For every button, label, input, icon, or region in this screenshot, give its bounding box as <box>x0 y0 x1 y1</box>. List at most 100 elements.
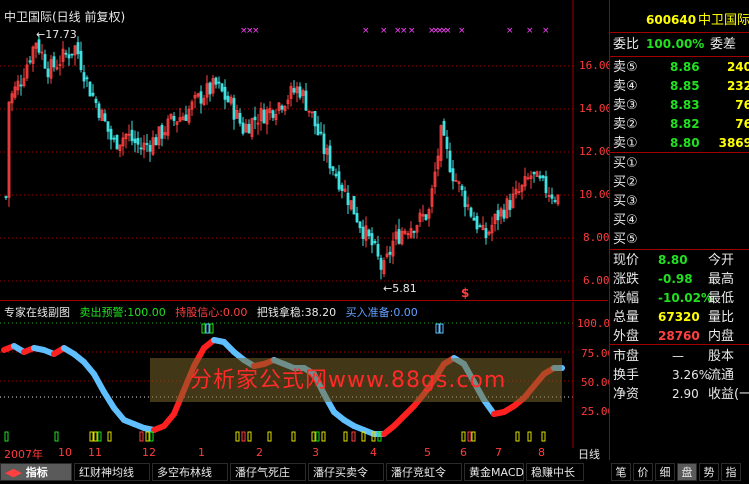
candle-body <box>541 175 545 179</box>
tab-wenzhuan[interactable]: 稳赚中长 <box>526 463 584 481</box>
x-marker-icon: × <box>400 26 408 36</box>
x-marker-icon: × <box>506 26 514 36</box>
fund-label-2: 股本 <box>708 349 735 364</box>
signal-bar <box>241 431 246 442</box>
sell-row: 卖④ 8.85 232 <box>610 76 749 97</box>
candle-body <box>475 216 479 230</box>
candle-body <box>52 56 56 68</box>
price-chart[interactable]: ××× × × ×× × ××××× × × × × <box>0 0 608 300</box>
date-label: 11 <box>88 446 102 459</box>
weibi-label: 委比 <box>613 37 640 52</box>
signal-bar <box>235 431 240 442</box>
time-axis: 2007年 10 11 12 1 2 3 4 5 6 7 8 日线 <box>0 446 608 462</box>
candle-body <box>484 228 488 239</box>
stat-row: 现价 8.80 今开 <box>610 250 749 271</box>
stat-label-2: 量比 <box>708 310 735 325</box>
candle-body <box>355 213 359 223</box>
top-signal-bar <box>205 323 210 334</box>
tab-bollinger[interactable]: 多空布林线 <box>152 463 228 481</box>
date-label: 12 <box>142 446 156 459</box>
low-price-label: ←5.81 <box>383 282 417 295</box>
candle-body <box>241 122 245 134</box>
stat-row: 涨跌 -0.98 最高 <box>610 269 749 290</box>
signal-bar <box>361 431 366 442</box>
tab-gold-macd[interactable]: 黄金MACD <box>464 463 524 481</box>
rtab-trend[interactable]: 势 <box>699 463 719 481</box>
x-marker-icon: × <box>408 26 416 36</box>
candle-body <box>448 150 452 173</box>
stat-value: -10.02% <box>658 291 713 305</box>
candle-body <box>103 113 107 122</box>
candle-body <box>346 192 350 206</box>
signal-bar <box>467 431 472 442</box>
tab-panzai-maimailing[interactable]: 潘仔买卖令 <box>308 463 384 481</box>
candle-body <box>136 137 140 145</box>
stat-label: 总量 <box>613 310 640 325</box>
candle-body <box>397 229 401 244</box>
tab-panzai-qisizhuang[interactable]: 潘仔气死庄 <box>230 463 306 481</box>
y-tick-8: 8.00 <box>583 231 610 244</box>
signal-bar <box>541 431 546 442</box>
watermark-text: 分析家公式网www.88gs.com <box>190 368 507 393</box>
tab-wealth-ma[interactable]: 红财神均线 <box>74 463 150 481</box>
x-marker-icon: × <box>542 26 550 36</box>
x-marker-icon: × <box>526 26 534 36</box>
candlesticks <box>4 34 560 280</box>
legend-hold-confidence: 持股信心:0.00 <box>175 306 248 319</box>
candle-body <box>109 128 113 140</box>
candle-body <box>253 116 257 121</box>
dollar-signal-icon: $ <box>461 286 470 300</box>
stat-label-2: 今开 <box>708 253 735 268</box>
candle-body <box>106 121 110 132</box>
candle-body <box>208 82 212 95</box>
candle-body <box>376 244 380 257</box>
sell-level-label: 卖⑤ <box>613 60 638 75</box>
candle-body <box>316 123 320 136</box>
candle-body <box>460 185 464 190</box>
stat-label: 涨幅 <box>613 291 640 306</box>
candle-body <box>322 133 326 154</box>
candle-body <box>412 231 416 233</box>
x-marker-icon: × <box>458 26 466 36</box>
rtab-detail[interactable]: 细 <box>655 463 675 481</box>
signal-markers: ××× × × ×× × ××××× × × × × <box>240 26 550 36</box>
rtab-trades[interactable]: 笔 <box>611 463 631 481</box>
stat-label: 现价 <box>613 253 640 268</box>
date-label: 5 <box>424 446 431 459</box>
buy-row: 买⑤ <box>610 229 749 250</box>
top-signal-bar <box>439 323 444 334</box>
tab-panzai-jinghongling[interactable]: 潘仔竞虹令 <box>386 463 462 481</box>
candle-body <box>115 134 119 150</box>
period-label[interactable]: 日线 <box>578 446 600 462</box>
candle-body <box>292 88 296 93</box>
top-signal-bar <box>201 323 206 334</box>
fund-value: — <box>672 349 684 363</box>
candle-body <box>463 190 467 208</box>
buy-level-label: 买④ <box>613 213 638 228</box>
rtab-index[interactable]: 指 <box>721 463 741 481</box>
stat-value: 8.80 <box>658 253 688 267</box>
top-signal-bar <box>209 323 214 334</box>
fund-value: 3.26% <box>672 368 711 382</box>
candle-body <box>184 114 188 121</box>
legend-keep-money: 把钱拿稳:38.20 <box>256 306 337 319</box>
candle-body <box>340 184 344 191</box>
candle-body <box>538 175 542 179</box>
stat-label-2: 最高 <box>708 272 735 287</box>
candle-body <box>550 194 554 199</box>
buy-row: 买② <box>610 172 749 193</box>
candle-body <box>496 210 500 221</box>
chart-title: 中卫国际(日线 前复权) <box>4 10 126 24</box>
rtab-price[interactable]: 价 <box>633 463 653 481</box>
candle-body <box>82 72 86 82</box>
candle-body <box>445 136 449 150</box>
signal-bar <box>461 431 466 442</box>
date-label: 10 <box>58 446 72 459</box>
stat-row: 总量 67320 量比 <box>610 307 749 328</box>
tab-indicator[interactable]: ◀▶ 指标 <box>0 463 72 481</box>
buy-row: 买① <box>610 153 749 174</box>
candle-body <box>328 145 332 169</box>
rtab-orderbook[interactable]: 盘 <box>677 463 697 481</box>
sell-volume: 240 <box>726 60 749 74</box>
stock-name: 中卫国际 <box>698 13 749 28</box>
